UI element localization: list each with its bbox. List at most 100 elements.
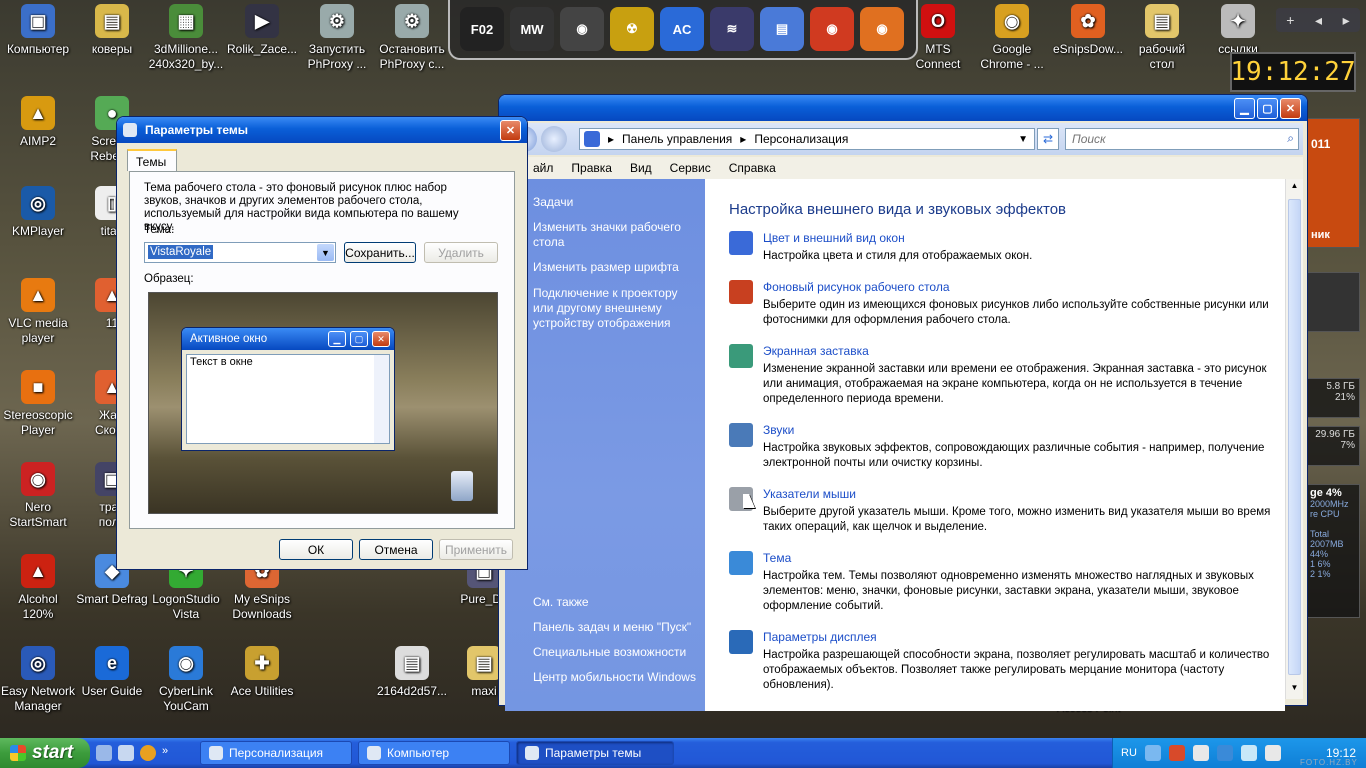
search-box[interactable]: ⌕ [1065, 128, 1299, 150]
settings-item-icon[interactable] [729, 423, 753, 447]
content-scrollbar[interactable]: ▲ ▼ [1285, 179, 1303, 699]
theme-dialog-titlebar[interactable]: Параметры темы ✕ [117, 117, 527, 143]
settings-item-icon[interactable] [729, 630, 753, 654]
tray-icon[interactable] [1168, 745, 1185, 761]
scroll-up-icon[interactable]: ▲ [1288, 181, 1301, 195]
task-connect-projector[interactable]: Подключение к проектору или другому внеш… [533, 286, 698, 331]
dock-app-icon[interactable]: ▤ [760, 7, 804, 51]
minimize-icon[interactable]: ▁ [1234, 97, 1255, 119]
show-desktop-icon[interactable] [96, 745, 112, 761]
desktop-icon-easynetwork[interactable]: ◎ Easy Network Manager [0, 646, 76, 714]
tray-icon[interactable] [1216, 745, 1233, 761]
desktop-icon-3dmillione[interactable]: ▦ 3dMillione... 240x320_by... [148, 4, 224, 72]
desktop-icon-file2164[interactable]: ▤ 2164d2d57... [374, 646, 450, 699]
tray-icon[interactable] [1144, 745, 1161, 761]
desktop-icon-workdesk[interactable]: ▤ рабочий стол [1124, 4, 1200, 72]
volume-icon[interactable] [1264, 745, 1281, 761]
dock-app-icon[interactable]: MW [510, 7, 554, 51]
see-also-taskbar[interactable]: Панель задач и меню "Пуск" [533, 620, 698, 635]
settings-item-icon[interactable] [729, 551, 753, 575]
maximize-icon[interactable]: ▢ [1257, 97, 1278, 119]
scroll-thumb[interactable] [1288, 199, 1301, 675]
settings-item-icon[interactable] [729, 280, 753, 304]
settings-item-icon[interactable] [729, 231, 753, 255]
add-gadget-icon[interactable]: + [1286, 12, 1294, 28]
desktop-icon-cyberlink[interactable]: ◉ CyberLink YouCam [148, 646, 224, 714]
menu-item[interactable]: Вид [630, 161, 652, 175]
settings-item-link[interactable]: Экранная заставка [763, 344, 869, 358]
desktop-icon-aimp2[interactable]: ▲ AIMP2 [0, 96, 76, 149]
dock-app-icon[interactable]: ◉ [560, 7, 604, 51]
address-dropdown-icon[interactable]: ▼ [1018, 134, 1028, 145]
tab-themes[interactable]: Темы [127, 149, 177, 171]
personalization-titlebar[interactable]: ▁ ▢ ✕ [499, 95, 1307, 121]
theme-select[interactable]: VistaRoyale ▼ [144, 242, 336, 263]
dock-app-icon[interactable]: ◉ [860, 7, 904, 51]
breadcrumb-current[interactable]: Персонализация [754, 132, 848, 146]
start-button[interactable]: start [0, 738, 90, 768]
network-icon[interactable] [1240, 745, 1257, 761]
desktop-icon-esnips-dow[interactable]: ✿ eSnipsDow... [1050, 4, 1126, 57]
dock-app-icon[interactable]: ◉ [810, 7, 854, 51]
settings-item-link[interactable]: Фоновый рисунок рабочего стола [763, 280, 950, 294]
desktop-icon-stereoscopic[interactable]: ■ Stereoscopic Player [0, 370, 76, 438]
desktop-icon-computer[interactable]: ▣ Компьютер [0, 4, 76, 57]
settings-item-link[interactable]: Указатели мыши [763, 487, 856, 501]
settings-item-icon[interactable] [729, 344, 753, 368]
close-icon[interactable]: ✕ [500, 119, 521, 141]
desktop-icon-chrome[interactable]: ◉ Google Chrome - ... [974, 4, 1050, 72]
next-icon[interactable]: ▸ [1343, 12, 1350, 29]
task-change-desktop-icons[interactable]: Изменить значки рабочего стола [533, 220, 698, 250]
see-also-accessibility[interactable]: Специальные возможности [533, 645, 698, 660]
address-bar[interactable]: ▸ Панель управления ▸ Персонализация ▼ [579, 128, 1035, 150]
desktop-icon-links[interactable]: ✦ ссылки [1200, 4, 1276, 57]
language-indicator[interactable]: RU [1121, 747, 1137, 759]
see-also-mobility-center[interactable]: Центр мобильности Windows [533, 670, 698, 685]
settings-item-link[interactable]: Звуки [763, 423, 794, 437]
close-icon[interactable]: ✕ [1280, 97, 1301, 119]
breadcrumb-root[interactable]: Панель управления [622, 132, 732, 146]
cancel-button[interactable]: Отмена [359, 539, 433, 560]
tray-icon[interactable] [1192, 745, 1209, 761]
settings-item-link[interactable]: Параметры дисплея [763, 630, 877, 644]
settings-item-link[interactable]: Тема [763, 551, 791, 565]
ok-button[interactable]: ОК [279, 539, 353, 560]
task-change-font-size[interactable]: Изменить размер шрифта [533, 260, 698, 275]
search-icon[interactable]: ⌕ [1287, 131, 1294, 146]
refresh-icon[interactable]: ⇄ [1037, 128, 1059, 150]
dock-app-icon[interactable]: ☢ [610, 7, 654, 51]
desktop-icon-kovery[interactable]: ▤ коверы [74, 4, 150, 57]
chevron-right-icon[interactable]: » [162, 745, 168, 761]
desktop-icon-vlc[interactable]: ▲ VLC media player [0, 278, 76, 346]
menu-item[interactable]: Справка [729, 161, 776, 175]
menu-item[interactable]: Сервис [670, 161, 711, 175]
menu-item[interactable]: айл [533, 161, 553, 175]
save-theme-button[interactable]: Сохранить... [344, 242, 416, 263]
dock-app-icon[interactable]: ≋ [710, 7, 754, 51]
delete-theme-button[interactable]: Удалить [424, 242, 498, 263]
scroll-down-icon[interactable]: ▼ [1288, 683, 1301, 697]
apply-button[interactable]: Применить [439, 539, 513, 560]
prev-icon[interactable]: ◂ [1315, 12, 1322, 29]
chevron-down-icon[interactable]: ▼ [317, 244, 334, 261]
see-also-header: См. также [533, 595, 589, 609]
desktop-icon-rolik[interactable]: ▶ Rolik_Zace... [224, 4, 300, 57]
desktop-icon-phproxy-start[interactable]: ⚙ Запустить PhProxy ... [299, 4, 375, 72]
forward-icon[interactable] [541, 126, 567, 152]
taskbar-task[interactable]: Параметры темы [516, 741, 674, 765]
desktop-icon-aceutilities[interactable]: ✚ Ace Utilities [224, 646, 300, 699]
explorer-icon[interactable] [118, 745, 134, 761]
desktop-icon-nero[interactable]: ◉ Nero StartSmart [0, 462, 76, 530]
desktop-icon-kmplayer[interactable]: ◎ KMPlayer [0, 186, 76, 239]
taskbar-task[interactable]: Персонализация [200, 741, 352, 765]
desktop-icon-userguide[interactable]: e User Guide [74, 646, 150, 699]
menu-item[interactable]: Правка [571, 161, 612, 175]
desktop-icon-alcohol[interactable]: ▲ Alcohol 120% [0, 554, 76, 622]
aimp-icon[interactable] [140, 745, 156, 761]
dock-app-icon[interactable]: AC [660, 7, 704, 51]
taskbar-task[interactable]: Компьютер [358, 741, 510, 765]
settings-item-link[interactable]: Цвет и внешний вид окон [763, 231, 905, 245]
dock-app-icon[interactable]: F02 [460, 7, 504, 51]
search-input[interactable] [1066, 129, 1266, 149]
desktop-icon-phproxy-stop[interactable]: ⚙ Остановить PhProxy c... [374, 4, 450, 72]
